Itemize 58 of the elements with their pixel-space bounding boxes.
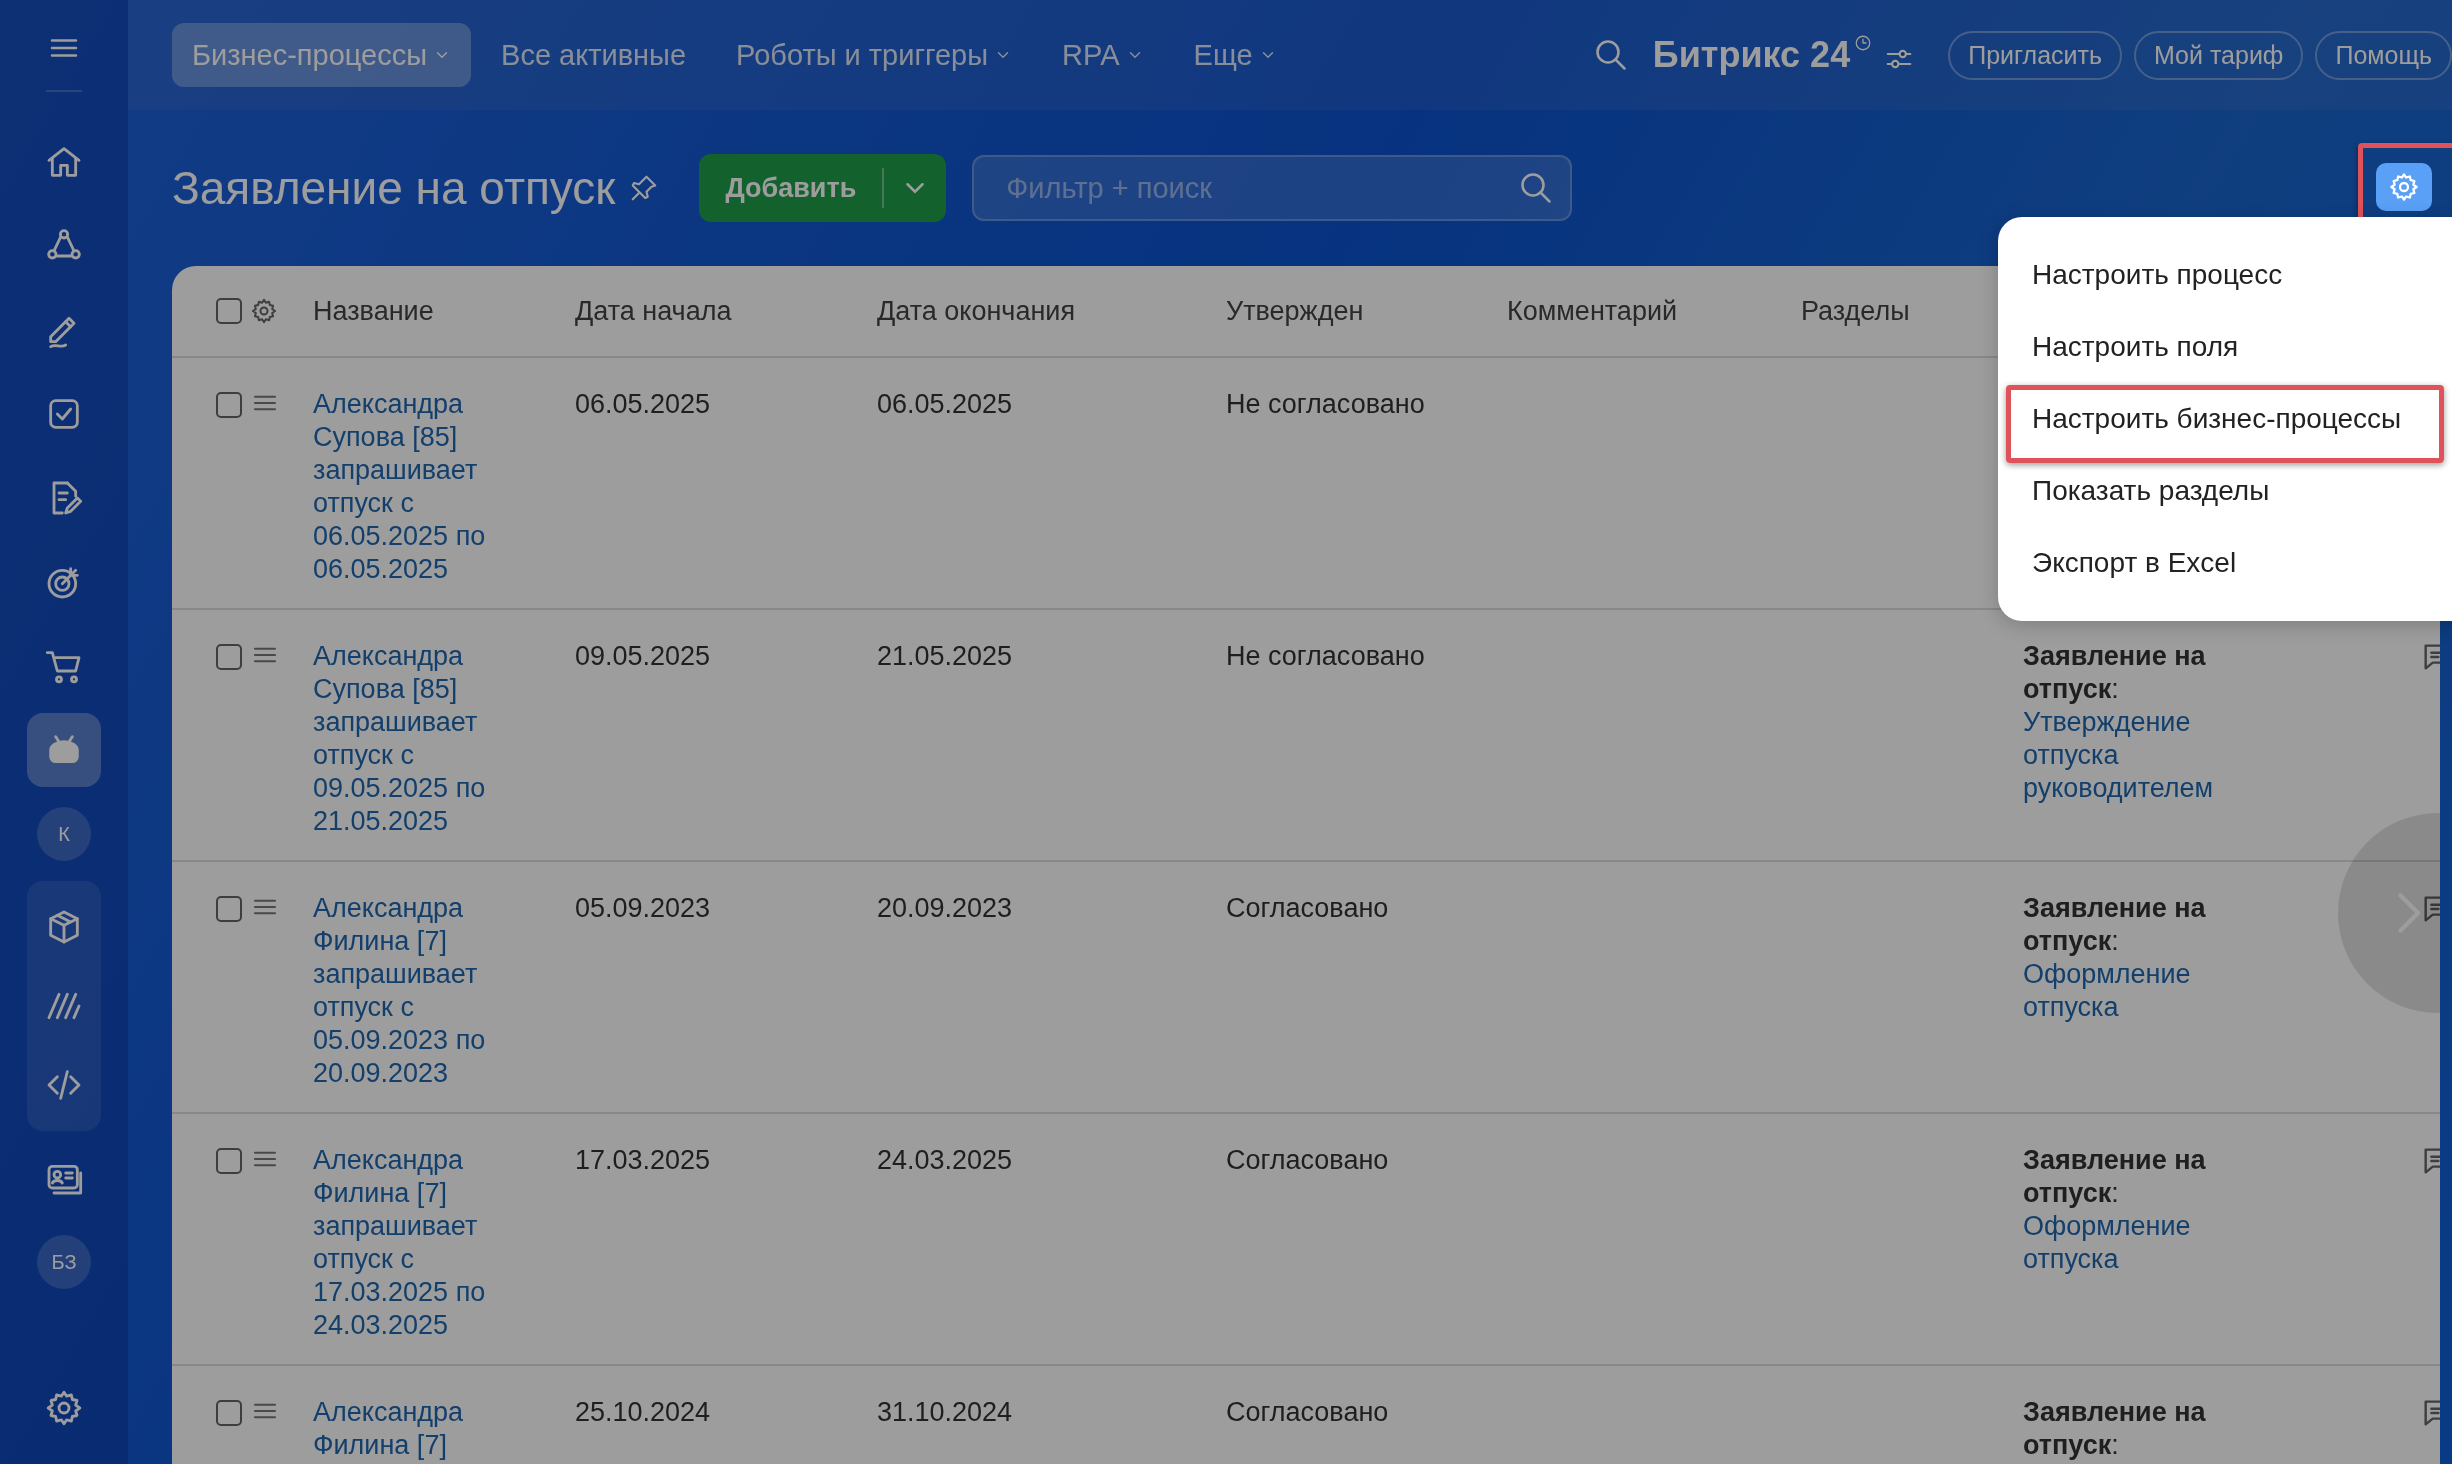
- nav-tab[interactable]: RPA: [1042, 23, 1164, 87]
- select-all-checkbox[interactable]: [216, 298, 242, 324]
- table-cell-text: 21.05.2025: [877, 640, 1014, 673]
- column-header[interactable]: Утвержден: [1226, 295, 1507, 327]
- column-header[interactable]: Дата окончания: [877, 295, 1226, 327]
- settings-icon: [44, 1388, 84, 1428]
- menu-item[interactable]: Настроить бизнес-процессы: [1998, 401, 2452, 437]
- page-title: Заявление на отпуск: [172, 161, 616, 215]
- record-link[interactable]: Александра Филина [7] запрашивает отпуск с 17.03.2025 по 24.03.2025: [313, 1144, 528, 1342]
- table-cell-text: 25.10.2024: [575, 1396, 712, 1429]
- nav-tab[interactable]: Еще: [1173, 23, 1297, 87]
- table-cell-text: Не согласовано: [1226, 640, 1426, 673]
- nav-tab[interactable]: Все активные: [481, 23, 707, 87]
- stage-link[interactable]: Утверждение отпуска руководителем: [2023, 706, 2223, 805]
- settings-button[interactable]: [2376, 163, 2432, 211]
- column-header[interactable]: Комментарий: [1507, 295, 1801, 327]
- process-name: Заявление на отпуск:: [2023, 1397, 2206, 1460]
- table-cell-text: 24.03.2025: [877, 1144, 1014, 1177]
- record-link[interactable]: Александра Супова [85] запрашивает отпуск с 09.05.2025 по 21.05.2025: [313, 640, 528, 838]
- table-cell-text: 05.09.2023: [575, 892, 712, 925]
- header-button[interactable]: Помощь: [2315, 30, 2452, 80]
- record-link[interactable]: Александра Филина [7]: [313, 1396, 528, 1462]
- header-button[interactable]: Мой тариф: [2134, 30, 2304, 80]
- table-cell-text: Не согласовано: [1226, 388, 1426, 421]
- process-name: Заявление на отпуск:: [2023, 1145, 2206, 1208]
- menu-item[interactable]: Экспорт в Excel: [1998, 545, 2452, 581]
- table-cell-text: 06.05.2025: [575, 388, 712, 421]
- row-checkbox[interactable]: [216, 1400, 242, 1426]
- table-cell-text: 09.05.2025: [575, 640, 712, 673]
- record-link[interactable]: Александра Филина [7] запрашивает отпуск с 05.09.2023 по 20.09.2023: [313, 892, 528, 1090]
- table-cell-text: Согласовано: [1226, 1144, 1390, 1177]
- process-name: Заявление на отпуск:: [2023, 893, 2206, 956]
- logo: Битрикс 24: [1652, 34, 1851, 76]
- table-cell-text: 06.05.2025: [877, 388, 1014, 421]
- column-header[interactable]: Название: [313, 295, 575, 327]
- table-cell-text: 31.10.2024: [877, 1396, 1014, 1429]
- menu-item[interactable]: Настроить поля: [1998, 329, 2452, 365]
- menu-item[interactable]: Настроить процесс: [1998, 257, 2452, 293]
- table-cell-text: Согласовано: [1226, 892, 1390, 925]
- row-checkbox[interactable]: [216, 896, 242, 922]
- column-header[interactable]: Дата начала: [575, 295, 877, 327]
- add-button[interactable]: Добавить: [699, 154, 947, 222]
- process-name: Заявление на отпуск:: [2023, 641, 2206, 704]
- table-cell-text: 17.03.2025: [575, 1144, 712, 1177]
- row-checkbox[interactable]: [216, 1148, 242, 1174]
- settings-icon: [2388, 171, 2420, 203]
- stage-link[interactable]: Оформление отпуска: [2023, 1210, 2223, 1276]
- table-cell-text: Согласовано: [1226, 1396, 1390, 1429]
- header-button[interactable]: Пригласить: [1948, 30, 2122, 80]
- clock-icon: [1854, 34, 1873, 52]
- menu-item[interactable]: Показать разделы: [1998, 473, 2452, 509]
- row-checkbox[interactable]: [216, 392, 242, 418]
- row-checkbox[interactable]: [216, 644, 242, 670]
- stage-link[interactable]: Оформление отпуска: [2023, 958, 2223, 1024]
- column-settings-icon: [250, 297, 278, 325]
- table-cell-text: 20.09.2023: [877, 892, 1014, 925]
- record-link[interactable]: Александра Супова [85] запрашивает отпуск с 06.05.2025 по 06.05.2025: [313, 388, 528, 586]
- nav-tab[interactable]: Роботы и триггеры: [716, 23, 1033, 87]
